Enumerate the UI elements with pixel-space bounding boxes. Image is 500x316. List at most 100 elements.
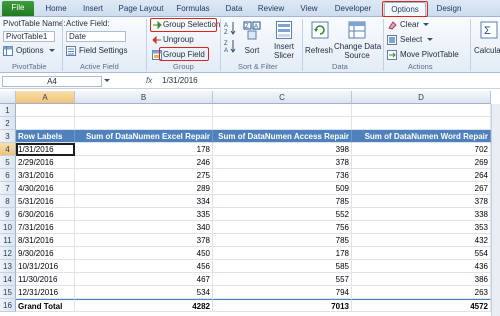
pivot-data-cell[interactable]: 378 [352,195,491,208]
pivottable-options-button[interactable]: Options [3,45,61,57]
pivot-data-cell[interactable]: 7/31/2016 [16,221,75,234]
pivot-data-cell[interactable]: 794 [213,286,352,299]
grid-cell[interactable] [213,117,352,130]
row-header[interactable]: 2 [0,117,16,130]
grid-cell[interactable] [352,104,491,117]
field-settings-button[interactable]: Field Settings [66,45,128,57]
pivot-data-cell[interactable]: 534 [75,286,213,299]
pivot-data-cell[interactable]: 178 [75,143,213,156]
pivot-data-cell[interactable]: 557 [213,273,352,286]
tab-insert[interactable]: Insert [76,2,110,17]
pivot-data-cell[interactable]: 12/31/2016 [16,286,75,299]
pivottable-name-input[interactable]: PivotTable1 [3,31,55,42]
pivot-data-cell[interactable]: 450 [75,247,213,260]
grid-cell[interactable] [16,104,75,117]
tab-data[interactable]: Data [219,2,249,17]
pivot-total-cell[interactable]: 4282 [75,299,213,312]
pivot-data-cell[interactable]: 785 [213,195,352,208]
pivot-data-cell[interactable]: 6/30/2016 [16,208,75,221]
pivot-data-cell[interactable]: 467 [75,273,213,286]
pivot-data-cell[interactable]: 264 [352,169,491,182]
pivot-total-cell[interactable]: 4572 [352,299,491,312]
pivot-data-cell[interactable]: 736 [213,169,352,182]
row-header[interactable]: 13 [0,260,16,273]
sort-button[interactable]: Z A Sort [240,19,264,59]
column-header-c[interactable]: C [213,91,352,104]
active-field-input[interactable]: Date [66,31,126,42]
tab-view[interactable]: View [294,2,324,17]
pivot-data-cell[interactable]: 263 [352,286,491,299]
row-header[interactable]: 4 [0,143,16,156]
pivot-data-cell[interactable]: 2/29/2016 [16,156,75,169]
tab-file[interactable]: File [2,1,34,16]
pivot-data-cell[interactable]: 338 [352,208,491,221]
grid-cell[interactable] [75,117,213,130]
pivot-data-cell[interactable]: 432 [352,234,491,247]
row-header[interactable]: 8 [0,195,16,208]
pivot-data-cell[interactable]: 552 [213,208,352,221]
sort-a-to-z-icon[interactable]: A Z [224,21,236,35]
pivot-data-cell[interactable]: 335 [75,208,213,221]
row-header[interactable]: 1 [0,104,16,117]
tab-design[interactable]: Design [431,2,467,17]
tab-review[interactable]: Review [253,2,289,17]
row-header[interactable]: 12 [0,247,16,260]
pivot-data-cell[interactable]: 386 [352,273,491,286]
column-header-a[interactable]: A [16,91,75,104]
ungroup-button[interactable]: Ungroup [150,34,202,46]
pivot-data-cell[interactable]: 8/31/2016 [16,234,75,247]
fx-icon[interactable]: fx [146,76,152,86]
pivot-total-cell[interactable]: Grand Total [16,299,75,312]
clear-button[interactable]: Clear [387,19,433,31]
pivot-data-cell[interactable]: 509 [213,182,352,195]
pivot-data-cell[interactable]: 378 [75,234,213,247]
row-header[interactable]: 15 [0,286,16,299]
select-all-corner[interactable] [0,91,16,104]
grid-cell[interactable] [352,117,491,130]
pivot-data-cell[interactable]: 334 [75,195,213,208]
pivot-data-cell[interactable]: 269 [352,156,491,169]
refresh-button[interactable]: Refresh [304,19,334,61]
pivot-data-cell[interactable]: 3/31/2016 [16,169,75,182]
pivot-data-cell[interactable]: 785 [213,234,352,247]
formula-input[interactable]: 1/31/2016 [162,76,198,86]
pivot-header-cell[interactable]: Sum of DataNumen Excel Repair [75,130,213,143]
name-box[interactable]: A4 [2,76,102,87]
pivot-data-cell[interactable]: 554 [352,247,491,260]
row-header[interactable]: 6 [0,169,16,182]
pivot-data-cell[interactable]: 585 [213,260,352,273]
row-header[interactable]: 10 [0,221,16,234]
pivot-data-cell[interactable]: 4/30/2016 [16,182,75,195]
calculations-button[interactable]: Σ Calculations [472,19,500,61]
change-data-source-button[interactable]: Change Data Source [334,19,381,61]
grid-cell[interactable] [213,104,352,117]
row-header[interactable]: 11 [0,234,16,247]
chevron-down-icon[interactable] [104,79,110,83]
column-header-b[interactable]: B [75,91,213,104]
pivot-data-cell[interactable]: 5/31/2016 [16,195,75,208]
pivot-data-cell[interactable]: 340 [75,221,213,234]
pivot-header-cell[interactable]: Sum of DataNumen Word Repair [352,130,491,143]
vertical-scrollbar[interactable] [491,104,500,316]
pivot-data-cell[interactable]: 378 [213,156,352,169]
pivot-data-cell[interactable]: 267 [352,182,491,195]
pivot-data-cell[interactable]: 702 [352,143,491,156]
pivot-data-cell[interactable]: 10/31/2016 [16,260,75,273]
insert-slicer-button[interactable]: Insert Slicer [268,19,300,61]
tab-formulas[interactable]: Formulas [172,2,214,17]
sort-z-to-a-icon[interactable]: Z A [224,39,236,53]
pivot-header-cell[interactable]: Sum of DataNumen Access Repair [213,130,352,143]
row-header[interactable]: 3 [0,130,16,143]
row-header[interactable]: 7 [0,182,16,195]
tab-page-layout[interactable]: Page Layout [114,2,168,17]
pivot-data-cell[interactable]: 436 [352,260,491,273]
pivot-header-cell[interactable]: Row Labels [16,130,75,143]
pivot-data-cell[interactable]: 275 [75,169,213,182]
pivot-data-cell[interactable]: 756 [213,221,352,234]
pivot-data-cell[interactable]: 353 [352,221,491,234]
pivot-data-cell[interactable]: 289 [75,182,213,195]
move-pivottable-button[interactable]: Move PivotTable [387,49,467,61]
row-header[interactable]: 16 [0,299,16,312]
pivot-total-cell[interactable]: 7013 [213,299,352,312]
active-cell[interactable]: 1/31/2016 [16,143,75,156]
